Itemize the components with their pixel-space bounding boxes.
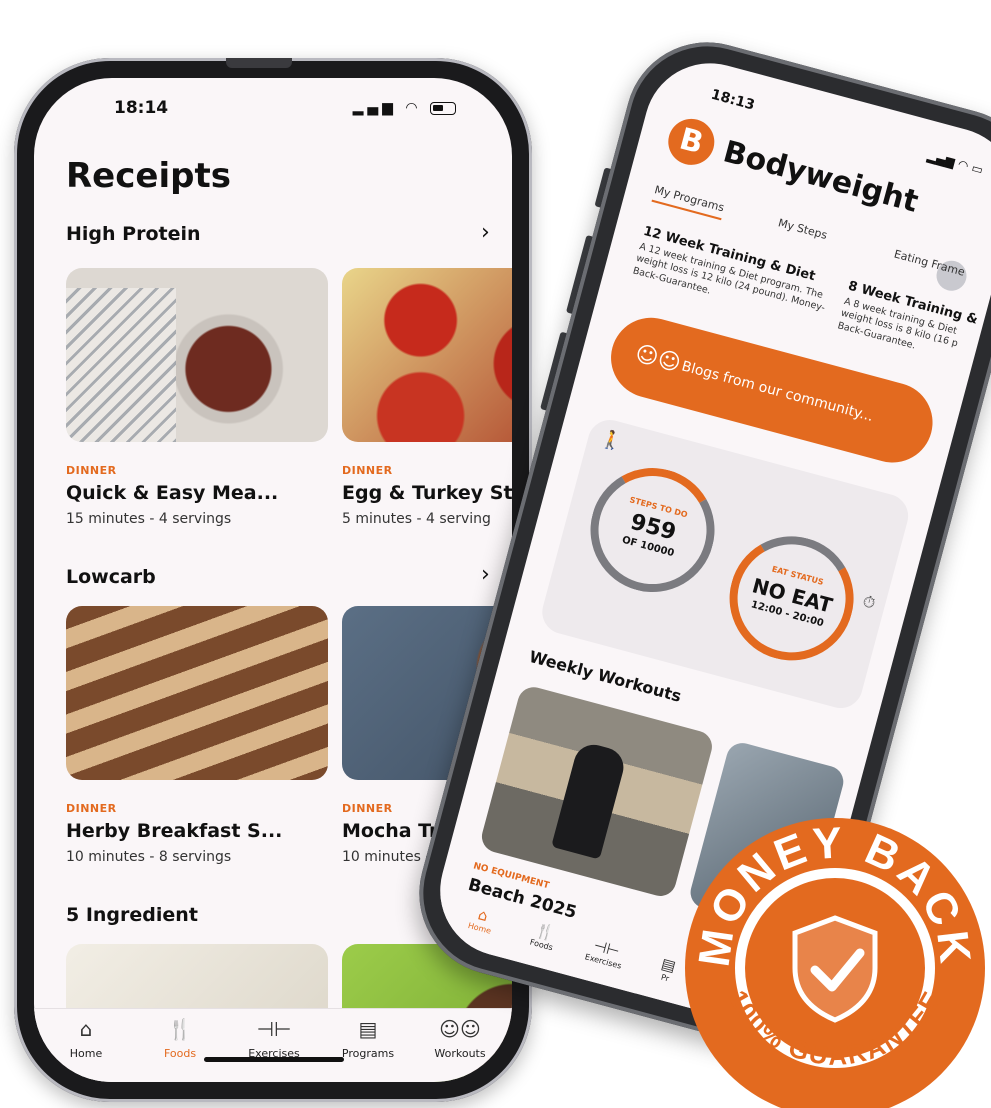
group-icon: ☺☺	[439, 1017, 481, 1041]
fork-knife-icon: 🍴	[167, 1017, 193, 1041]
program-card[interactable]: 8 Week Training & A 8 week training & Di…	[836, 279, 985, 368]
signal-icon: ▂▄▆	[352, 100, 397, 116]
status-time: 18:13	[709, 86, 757, 114]
tab-foods[interactable]: 🍴 Foods	[140, 1017, 220, 1060]
wifi-icon: ◠	[405, 100, 422, 116]
steps-ring[interactable]: STEPS TO DO 959 OF 10000	[576, 454, 729, 606]
battery-icon	[430, 101, 456, 115]
section-title-lowcarb: Lowcarb	[66, 566, 156, 588]
tab-home[interactable]: ⌂ Home	[46, 1017, 126, 1060]
community-icon: ☺☺	[632, 341, 684, 378]
recipe-category: DINNER	[66, 464, 117, 477]
tab-my-steps[interactable]: My Steps	[777, 216, 829, 242]
recipe-card[interactable]: DINNER Quick & Easy Mea... 15 minutes - …	[66, 268, 328, 527]
status-time: 18:14	[114, 98, 169, 118]
recipe-card[interactable]: DINNER Egg & Turkey St 5 minutes - 4 ser…	[342, 268, 512, 527]
tab-exercises[interactable]: ⊣⊢ Exercises	[234, 1017, 314, 1060]
recipe-meta: 15 minutes - 4 servings	[66, 511, 232, 527]
home-indicator	[204, 1057, 344, 1062]
brand-name: Bodyweight	[719, 133, 922, 220]
recipe-title: Egg & Turkey St	[342, 482, 512, 504]
recipe-image	[342, 268, 512, 442]
tab-label: Workouts	[434, 1047, 486, 1060]
recipe-meta: 10 minutes - 8 servings	[66, 849, 232, 865]
phone-notch	[226, 58, 292, 68]
recipe-title: Quick & Easy Mea...	[66, 482, 279, 504]
dumbbell-icon: ⊣⊢	[256, 1017, 292, 1041]
bottom-tab-bar: ⌂ Home 🍴 Foods ⊣⊢ Exercises ▤ Programs ☺…	[34, 1008, 512, 1082]
home-icon: ⌂	[79, 1017, 93, 1041]
section-title-high-protein: High Protein	[66, 223, 201, 245]
tab-exercises[interactable]: ⊣⊢ Exercises	[573, 932, 638, 974]
tab-foods[interactable]: 🍴 Foods	[511, 915, 576, 957]
walking-icon: 🚶	[597, 427, 625, 454]
tab-workouts[interactable]: ☺☺ Workouts	[420, 1017, 500, 1060]
recipe-image	[66, 606, 328, 780]
calendar-icon: ▤	[358, 1017, 378, 1041]
recipe-meta: 5 minutes - 4 serving	[342, 511, 491, 527]
status-icons: ▂▄▆ ◠ ▭	[925, 148, 985, 178]
brand-logo-icon: B	[663, 113, 720, 171]
recipe-title: Herby Breakfast S...	[66, 820, 283, 842]
tab-my-programs[interactable]: My Programs	[651, 183, 726, 221]
tab-programs[interactable]: ▤ Programs	[328, 1017, 408, 1060]
tab-home[interactable]: ⌂ Home	[449, 899, 514, 941]
page-title: Receipts	[66, 156, 231, 196]
recipe-category: DINNER	[342, 464, 393, 477]
status-bar: 18:14 ▂▄▆ ◠	[34, 78, 512, 138]
recipe-category: DINNER	[66, 802, 117, 815]
recipe-card[interactable]: DINNER Herby Breakfast S... 10 minutes -…	[66, 606, 328, 865]
tab-label: Home	[69, 1047, 103, 1060]
blogs-button-label: Blogs from our community...	[679, 358, 875, 425]
status-icons: ▂▄▆ ◠	[353, 100, 456, 116]
section-title-5-ingredient: 5 Ingredient	[66, 904, 198, 926]
money-back-badge: MONEY BACK 100% GUARANTEE	[685, 818, 985, 1108]
tab-eating-frame[interactable]: Eating Frame	[893, 247, 967, 278]
chevron-right-icon[interactable]: ›	[481, 220, 490, 245]
eat-status-ring[interactable]: EAT STATUS NO EAT 12:00 - 20:00	[715, 522, 868, 675]
stopwatch-icon: ⏱	[860, 591, 878, 613]
recipe-image	[66, 268, 328, 442]
chevron-right-icon[interactable]: ›	[481, 562, 490, 587]
